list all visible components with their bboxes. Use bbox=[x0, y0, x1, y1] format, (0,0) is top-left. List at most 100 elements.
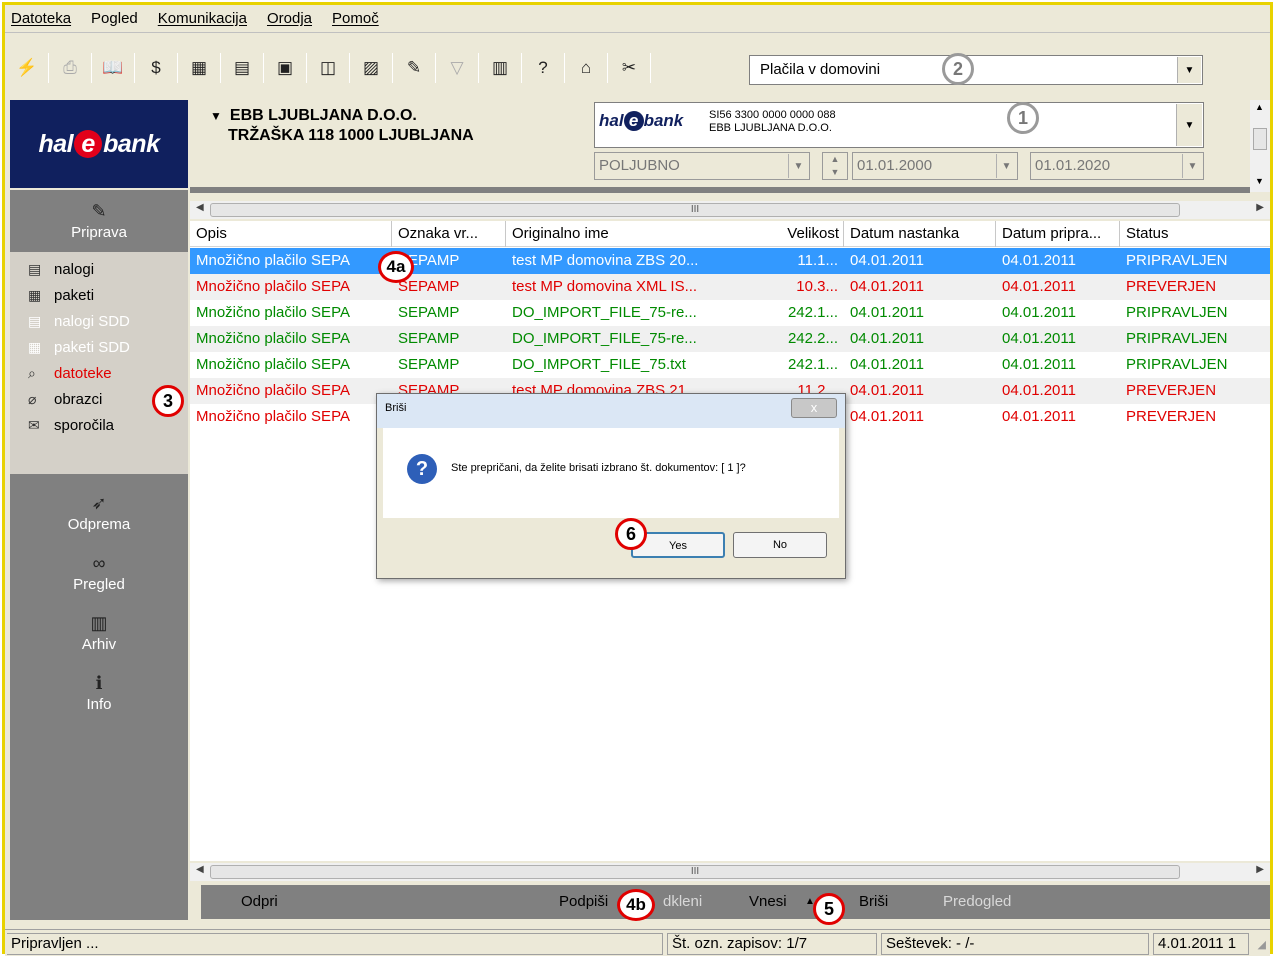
no-button[interactable]: No bbox=[733, 532, 827, 558]
sidebar-section-pregled[interactable]: ∞ Pregled bbox=[10, 550, 188, 593]
book-icon[interactable]: 📖 bbox=[99, 54, 127, 82]
grid-horizontal-scrollbar-top[interactable]: ◀ III ▶ bbox=[190, 201, 1270, 219]
menu-pomoc[interactable]: Pomoč bbox=[332, 10, 379, 27]
table-row[interactable]: Množično plačilo SEPA SEPAMP test MP domov… bbox=[190, 248, 1270, 274]
column-header-status[interactable]: Status bbox=[1120, 221, 1270, 247]
cell-oznaka: SEPAMP bbox=[398, 304, 460, 321]
scroll-right-icon[interactable]: ▶ bbox=[1256, 864, 1264, 875]
date-to-field[interactable]: 01.01.2020 ▼ bbox=[1030, 152, 1204, 180]
chevron-down-icon[interactable]: ▼ bbox=[1176, 104, 1202, 146]
bank-logo-mini: hal e bank bbox=[599, 111, 684, 131]
delete-button[interactable]: Briši bbox=[859, 893, 888, 910]
package-icon[interactable]: ▨ bbox=[357, 54, 385, 82]
sidebar-item-datoteke[interactable]: ⌕ datoteke bbox=[10, 360, 188, 386]
cell-nastanek: 04.01.2011 bbox=[850, 356, 924, 373]
form-icon[interactable]: ▣ bbox=[271, 54, 299, 82]
collapse-triangle-icon[interactable]: ▼ bbox=[210, 109, 222, 123]
sidebar-section-odprema[interactable]: ➶ Odprema bbox=[10, 490, 188, 533]
company-name: EBB LJUBLJANA D.O.O. bbox=[229, 107, 417, 124]
chevron-down-icon[interactable]: ▼ bbox=[996, 154, 1016, 178]
cell-status: PRIPRAVLJEN bbox=[1126, 252, 1228, 269]
toolbar-separator bbox=[134, 53, 135, 83]
table-row[interactable]: Množično plačilo SEPA SEPAMP DO_IMPORT_FIL… bbox=[190, 352, 1270, 378]
menu-pogled[interactable]: Pogled bbox=[91, 10, 138, 27]
scroll-thumb[interactable]: III bbox=[210, 203, 1180, 217]
package-sdd-icon: ▦ bbox=[28, 338, 42, 355]
status-text: Pripravljen ... bbox=[7, 933, 663, 955]
tools-icon[interactable]: ✂ bbox=[615, 54, 643, 82]
sidebar-section-priprava[interactable]: ✎ Priprava bbox=[10, 198, 188, 241]
company-info[interactable]: ▼ EBB LJUBLJANA D.O.O. TRŽAŠKA 118 1000 L… bbox=[210, 106, 474, 145]
sidebar: ✎ Priprava ▤ nalogi ▦ paketi ▤ nalogi SD… bbox=[10, 190, 188, 920]
scroll-thumb[interactable]: III bbox=[210, 865, 1180, 879]
edit-icon[interactable]: ✎ bbox=[400, 54, 428, 82]
scroll-right-icon[interactable]: ▶ bbox=[1256, 202, 1264, 213]
spin-button[interactable]: ▲ ▼ bbox=[822, 152, 848, 180]
enter-button[interactable]: Vnesi bbox=[749, 893, 787, 910]
cell-ime: DO_IMPORT_FILE_75-re... bbox=[512, 304, 697, 321]
open-button[interactable]: Odpri bbox=[241, 893, 278, 910]
sidebar-item-nalogi-sdd[interactable]: ▤ nalogi SDD bbox=[10, 308, 188, 334]
binary-icon[interactable]: ▦ bbox=[185, 54, 213, 82]
status-sum: Seštevek: - /- bbox=[881, 933, 1149, 955]
filter-icon[interactable]: ▽ bbox=[443, 54, 471, 82]
print-icon[interactable]: ⎙ bbox=[56, 54, 84, 82]
halebank-logo: hal e bank bbox=[10, 100, 188, 188]
sidebar-item-paketi-sdd[interactable]: ▦ paketi SDD bbox=[10, 334, 188, 360]
connect-icon[interactable]: ⚡ bbox=[13, 54, 41, 82]
chevron-down-icon[interactable]: ▼ bbox=[1177, 57, 1201, 83]
grid-horizontal-scrollbar-bottom[interactable]: ◀ III ▶ bbox=[190, 863, 1270, 881]
column-header-opis[interactable]: Opis bbox=[190, 221, 392, 247]
date-from-field[interactable]: 01.01.2000 ▼ bbox=[852, 152, 1018, 180]
exchange-icon[interactable]: $ bbox=[142, 54, 170, 82]
menu-komunikacija[interactable]: Komunikacija bbox=[158, 10, 247, 27]
close-icon[interactable]: x bbox=[791, 398, 837, 418]
filter-select[interactable]: POLJUBNO ▼ bbox=[594, 152, 810, 180]
cell-status: PRIPRAVLJEN bbox=[1126, 356, 1228, 373]
table-row[interactable]: Množično plačilo SEPA SEPAMP test MP domov… bbox=[190, 274, 1270, 300]
bank-icon[interactable]: ⌂ bbox=[572, 54, 600, 82]
column-header-velikost[interactable]: Velikost bbox=[730, 221, 844, 247]
calendar-icon[interactable]: ◫ bbox=[314, 54, 342, 82]
resize-grip-icon[interactable]: ◢ bbox=[1258, 938, 1266, 951]
callout-3: 3 bbox=[152, 385, 184, 417]
bank-account-select[interactable]: hal e bank SI56 3300 0000 0000 088 EBB LJU… bbox=[594, 102, 1204, 148]
callout-2: 2 bbox=[942, 53, 974, 85]
scroll-down-icon[interactable]: ▼ bbox=[1255, 176, 1264, 186]
toolbar-separator bbox=[306, 53, 307, 83]
cell-priprava: 04.01.2011 bbox=[1002, 304, 1076, 321]
header-vertical-scrollbar[interactable]: ▲ ▼ bbox=[1250, 100, 1270, 192]
scroll-thumb[interactable] bbox=[1253, 128, 1267, 150]
menu-orodja[interactable]: Orodja bbox=[267, 10, 312, 27]
scroll-up-icon[interactable]: ▲ bbox=[1255, 102, 1264, 112]
table-row[interactable]: Množično plačilo SEPA SEPAMP DO_IMPORT_FIL… bbox=[190, 300, 1270, 326]
cell-opis: Množično plačilo SEPA bbox=[196, 278, 350, 295]
chevron-down-icon[interactable]: ▼ bbox=[1182, 154, 1202, 178]
scroll-left-icon[interactable]: ◀ bbox=[196, 864, 204, 875]
cell-oznaka: SEPAMP bbox=[398, 356, 460, 373]
column-header-datum-nastanka[interactable]: Datum nastanka bbox=[844, 221, 996, 247]
action-bar: Odpri Podpiši dkleni Vnesi ▲ Briši Predo… bbox=[201, 885, 1270, 919]
scroll-left-icon[interactable]: ◀ bbox=[196, 202, 204, 213]
sidebar-section-arhiv[interactable]: ▥ Arhiv bbox=[10, 610, 188, 653]
sidebar-section-info[interactable]: ℹ Info bbox=[10, 670, 188, 713]
preview-button[interactable]: Predogled bbox=[943, 893, 1011, 910]
status-record-count: Št. ozn. zapisov: 1/7 bbox=[667, 933, 877, 955]
column-header-oznaka[interactable]: Oznaka vr... bbox=[392, 221, 506, 247]
sign-button[interactable]: Podpiši bbox=[559, 893, 608, 910]
table-row[interactable]: Množično plačilo SEPA SEPAMP DO_IMPORT_FIL… bbox=[190, 326, 1270, 352]
unlock-button[interactable]: dkleni bbox=[663, 893, 702, 910]
help-icon[interactable]: ? bbox=[529, 54, 557, 82]
documents-icon[interactable]: ▤ bbox=[228, 54, 256, 82]
cell-status: PREVERJEN bbox=[1126, 278, 1217, 295]
sidebar-item-paketi[interactable]: ▦ paketi bbox=[10, 282, 188, 308]
column-header-datum-priprave[interactable]: Datum pripra... bbox=[996, 221, 1120, 247]
payment-type-select[interactable]: Plačila v domovini ▼ bbox=[749, 55, 1203, 85]
sidebar-item-nalogi[interactable]: ▤ nalogi bbox=[10, 256, 188, 282]
priprava-items: ▤ nalogi ▦ paketi ▤ nalogi SDD ▦ paketi … bbox=[10, 252, 188, 474]
calculator-icon[interactable]: ▥ bbox=[486, 54, 514, 82]
logo-text: hal e bank bbox=[38, 129, 160, 158]
dialog-titlebar[interactable]: Briši x bbox=[377, 394, 845, 428]
menu-datoteka[interactable]: Datoteka bbox=[11, 10, 71, 27]
chevron-down-icon[interactable]: ▼ bbox=[788, 154, 808, 178]
